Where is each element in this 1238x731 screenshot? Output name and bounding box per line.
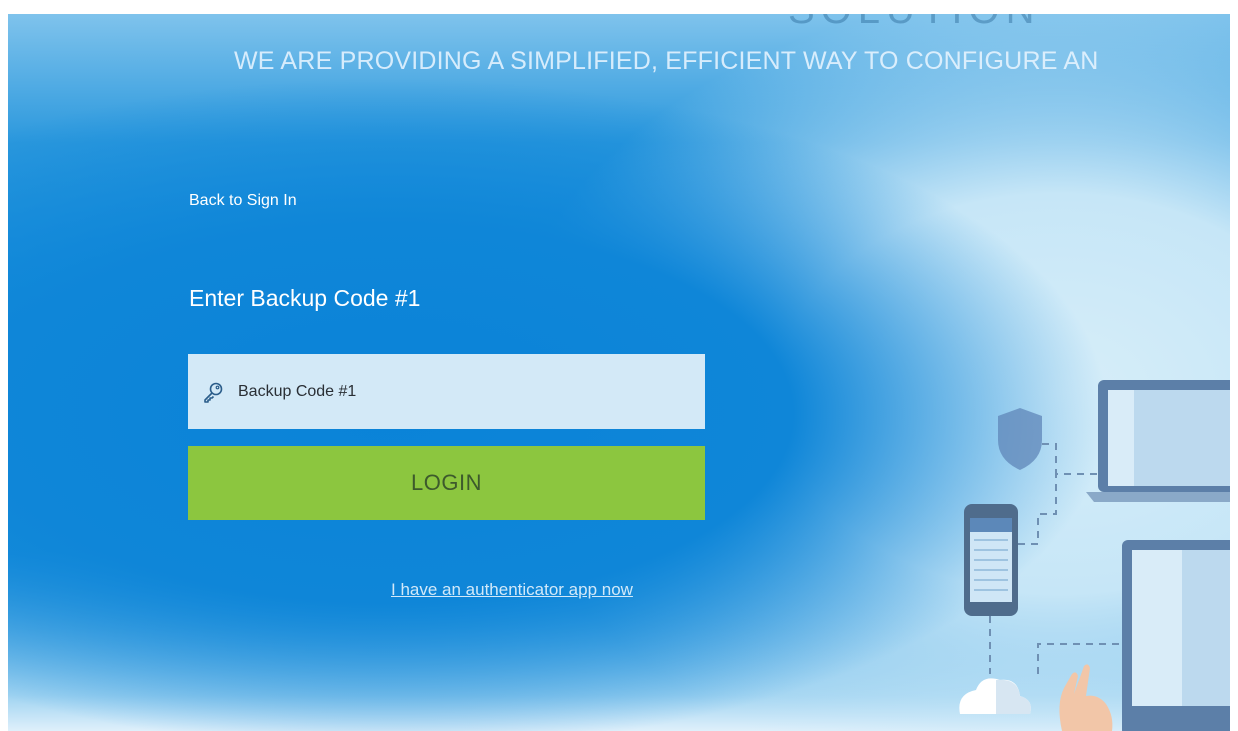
laptop-icon	[1086, 380, 1230, 502]
banner-tagline: WE ARE PROVIDING A SIMPLIFIED, EFFICIENT…	[234, 47, 1099, 75]
login-page: SOLUTION WE ARE PROVIDING A SIMPLIFIED, …	[8, 14, 1230, 731]
login-button[interactable]: LOGIN	[188, 446, 705, 520]
shield-icon	[998, 408, 1042, 470]
monitor-icon	[1122, 540, 1230, 731]
authenticator-app-link[interactable]: I have an authenticator app now	[391, 580, 633, 600]
backup-code-input[interactable]	[236, 381, 680, 402]
backup-code-field[interactable]	[188, 354, 705, 429]
form-title: Enter Backup Code #1	[189, 285, 421, 311]
hand-icon	[1059, 664, 1113, 731]
back-to-sign-in-link[interactable]: Back to Sign In	[189, 192, 297, 210]
devices-illustration	[959, 380, 1230, 731]
cloud-icon	[959, 678, 1031, 714]
banner-heading: SOLUTION	[788, 14, 1040, 33]
smartphone-icon	[964, 504, 1018, 616]
key-icon	[202, 381, 224, 403]
